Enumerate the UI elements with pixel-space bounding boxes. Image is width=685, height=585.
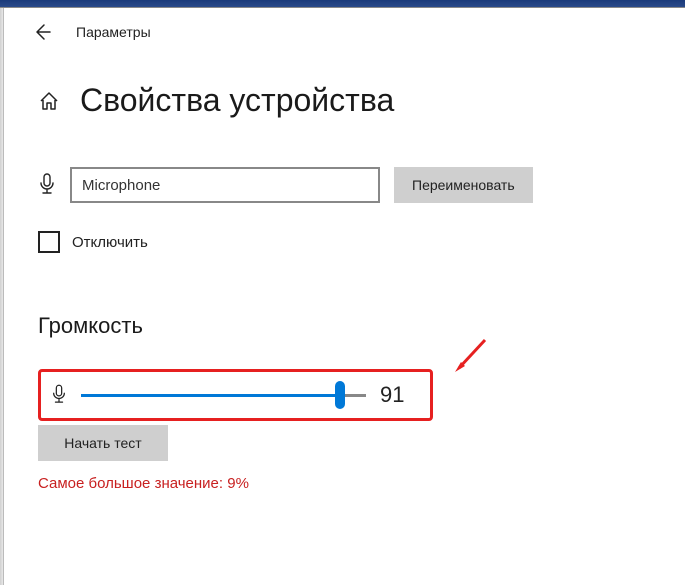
volume-value: 91 bbox=[380, 382, 414, 408]
start-test-button[interactable]: Начать тест bbox=[38, 425, 168, 461]
disable-label: Отключить bbox=[72, 234, 148, 251]
page-content: Свойства устройства Переименовать Отключ… bbox=[4, 56, 685, 492]
window-chrome-strip bbox=[0, 0, 685, 8]
rename-button[interactable]: Переименовать bbox=[394, 167, 533, 203]
settings-title: Параметры bbox=[76, 24, 151, 40]
volume-slider[interactable] bbox=[81, 383, 366, 407]
settings-header: Параметры bbox=[4, 8, 685, 56]
disable-checkbox[interactable] bbox=[38, 231, 60, 253]
device-name-row: Переименовать bbox=[38, 167, 655, 203]
home-icon[interactable] bbox=[38, 90, 60, 112]
volume-slider-row: 91 bbox=[38, 369, 433, 421]
slider-track-fill bbox=[81, 394, 340, 397]
title-row: Свойства устройства bbox=[38, 82, 655, 119]
back-icon[interactable] bbox=[32, 22, 52, 42]
slider-thumb[interactable] bbox=[335, 381, 345, 409]
test-result-label: Самое большое значение: 9% bbox=[38, 475, 655, 492]
disable-row: Отключить bbox=[38, 231, 655, 253]
device-name-input[interactable] bbox=[70, 167, 380, 203]
volume-section-heading: Громкость bbox=[38, 313, 655, 339]
microphone-icon bbox=[51, 384, 67, 406]
annotation-arrow bbox=[451, 336, 491, 376]
microphone-icon bbox=[38, 173, 56, 197]
page-heading: Свойства устройства bbox=[80, 82, 394, 119]
window-left-edge bbox=[0, 8, 4, 585]
